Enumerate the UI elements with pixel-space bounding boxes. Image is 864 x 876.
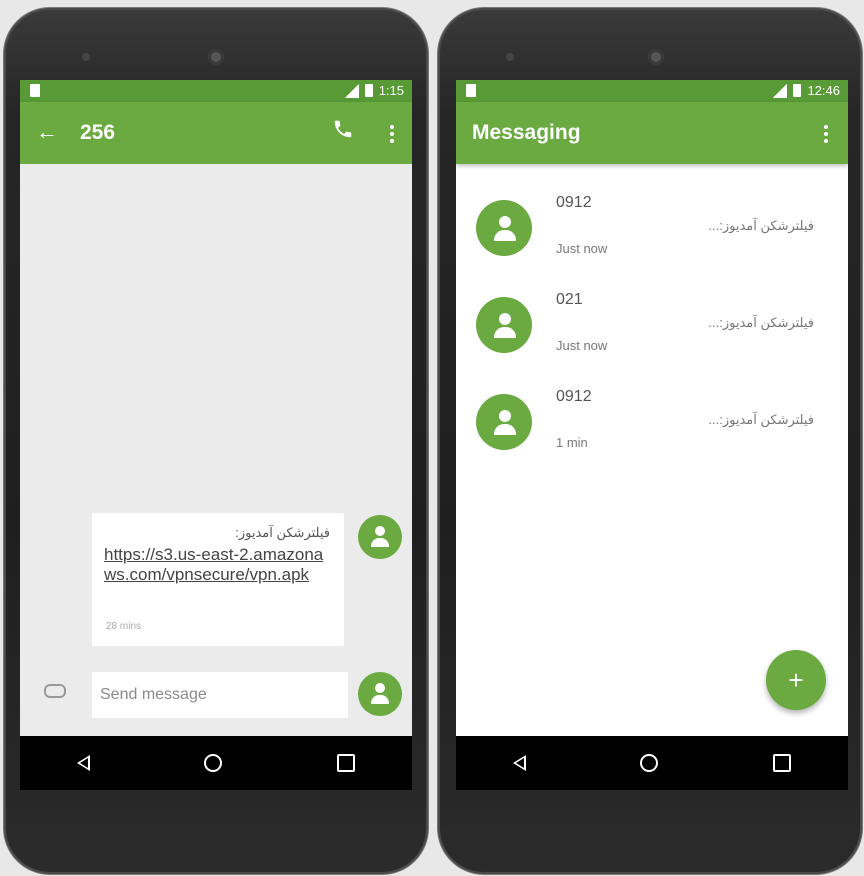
- attach-icon[interactable]: [44, 684, 66, 698]
- app-bar: ← 256: [20, 102, 412, 164]
- nav-home-icon[interactable]: [204, 754, 223, 772]
- back-arrow-icon[interactable]: ←: [36, 121, 58, 143]
- conversation-snippet: فیلترشکن آمدیوز:...: [708, 315, 814, 330]
- more-options-icon[interactable]: [390, 125, 394, 143]
- phone-frame-right: 12:46 Messaging 0912 Just now فیلترشکن آ…: [438, 8, 862, 874]
- conversation-time: Just now: [556, 241, 608, 256]
- status-clock: 12:46: [807, 83, 840, 98]
- more-options-icon[interactable]: [824, 125, 828, 143]
- nav-recents-icon[interactable]: [336, 754, 355, 772]
- sim-icon: [466, 84, 476, 97]
- compose-bar: [20, 664, 412, 736]
- signal-icon: [344, 83, 359, 98]
- front-camera: [208, 49, 224, 65]
- message-bubble[interactable]: فیلترشکن آمدیوز: https://s3.us-east-2.am…: [92, 513, 344, 646]
- conversation-item[interactable]: 0912 1 min فیلترشکن آمدیوز:...: [456, 372, 848, 468]
- conversation-snippet: فیلترشکن آمدیوز:...: [708, 218, 814, 233]
- conversation-item[interactable]: 021 Just now فیلترشکن آمدیوز:...: [456, 275, 848, 371]
- conversation-item[interactable]: 0912 Just now فیلترشکن آمدیوز:...: [456, 178, 848, 274]
- contact-avatar: [476, 394, 532, 450]
- sim-icon: [30, 84, 40, 97]
- battery-icon: [364, 84, 373, 97]
- signal-icon: [773, 83, 788, 98]
- contact-avatar: [476, 200, 532, 256]
- message-thread: [20, 164, 412, 736]
- sensor-dot: [82, 53, 90, 61]
- nav-back-icon[interactable]: [77, 755, 91, 771]
- phone-frame-left: 1:15 ← 256 فیلترشکن آمدیوز: https://s3.u…: [4, 8, 428, 874]
- new-message-button[interactable]: +: [766, 650, 826, 710]
- call-icon[interactable]: [332, 118, 354, 144]
- compose-input[interactable]: [92, 672, 348, 718]
- contact-name: 0912: [556, 388, 592, 405]
- contact-avatar: [476, 297, 532, 353]
- nav-recents-icon[interactable]: [772, 754, 791, 772]
- app-title: Messaging: [472, 121, 581, 144]
- nav-bar: [456, 736, 848, 790]
- status-bar: 1:15: [20, 80, 412, 102]
- contact-name: 021: [556, 291, 583, 308]
- nav-home-icon[interactable]: [640, 754, 659, 772]
- screen-conversation: 1:15 ← 256 فیلترشکن آمدیوز: https://s3.u…: [20, 80, 412, 790]
- self-avatar: [358, 672, 402, 716]
- battery-icon: [793, 84, 802, 97]
- message-time: 28 mins: [106, 621, 142, 632]
- contact-name: 0912: [556, 194, 592, 211]
- conversation-title: 256: [80, 121, 116, 144]
- conversation-snippet: فیلترشکن آمدیوز:...: [708, 412, 814, 427]
- conversation-time: 1 min: [556, 435, 588, 450]
- front-camera: [648, 49, 664, 65]
- sensor-dot: [506, 53, 514, 61]
- message-link[interactable]: https://s3.us-east-2.amazonaws.com/vpnse…: [104, 545, 324, 585]
- status-clock: 1:15: [378, 83, 404, 98]
- screen-inbox: 12:46 Messaging 0912 Just now فیلترشکن آ…: [456, 80, 848, 790]
- conversation-time: Just now: [556, 338, 608, 353]
- sender-avatar: [358, 515, 402, 559]
- app-bar: Messaging: [456, 102, 848, 164]
- nav-back-icon[interactable]: [513, 755, 527, 771]
- nav-bar: [20, 736, 412, 790]
- message-sender-text: فیلترشکن آمدیوز:: [235, 525, 330, 540]
- status-bar: 12:46: [456, 80, 848, 102]
